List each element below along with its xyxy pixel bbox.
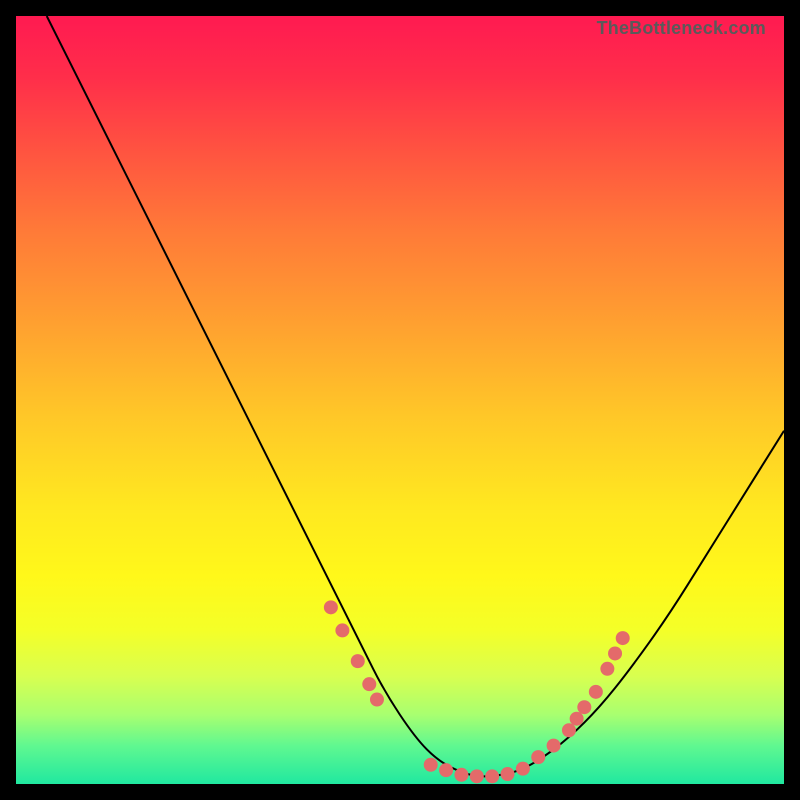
data-marker [370,693,384,707]
attribution-text: TheBottleneck.com [597,18,766,39]
data-marker [485,769,499,783]
data-marker [608,646,622,660]
data-marker [424,758,438,772]
data-marker [351,654,365,668]
plot-area: TheBottleneck.com [16,16,784,784]
data-marker [589,685,603,699]
chart-svg [16,16,784,784]
bottleneck-curve [47,16,784,776]
data-marker [501,767,515,781]
data-marker [600,662,614,676]
data-marker [454,768,468,782]
data-marker [335,623,349,637]
data-marker [570,712,584,726]
data-marker [439,763,453,777]
data-marker [324,600,338,614]
data-marker [470,769,484,783]
data-marker [616,631,630,645]
data-marker [531,750,545,764]
marker-group [324,600,630,783]
data-marker [516,762,530,776]
data-marker [562,723,576,737]
chart-container: TheBottleneck.com [0,0,800,800]
data-marker [547,739,561,753]
data-marker [577,700,591,714]
data-marker [362,677,376,691]
